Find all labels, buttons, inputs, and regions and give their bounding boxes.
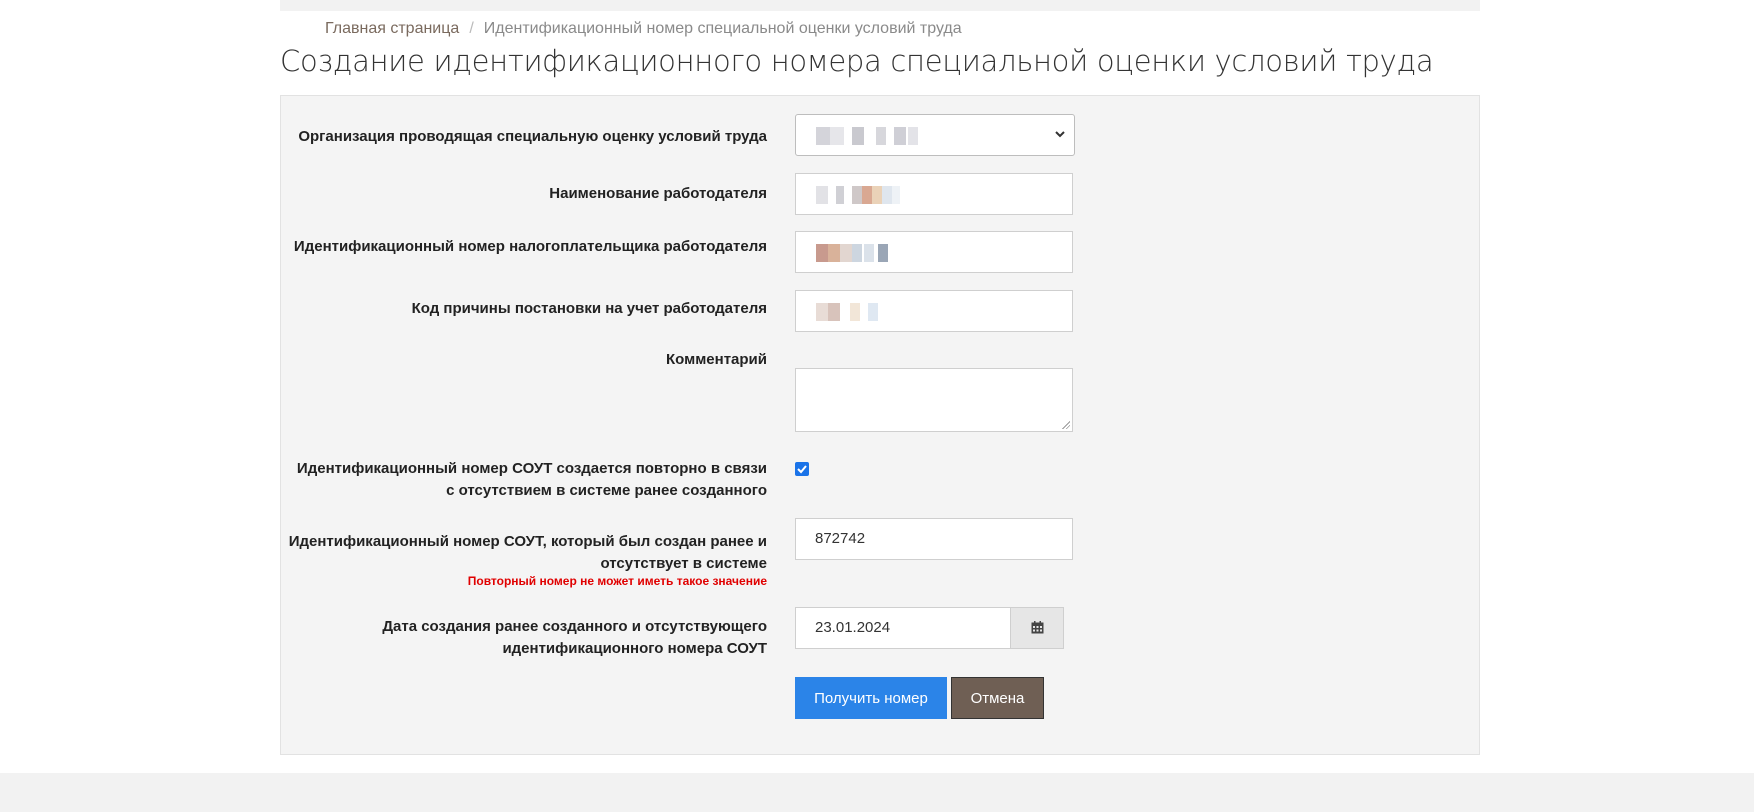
previous-number-value: 872742 <box>815 530 866 547</box>
kpp-label: Код причины постановки на учет работодат… <box>411 300 767 317</box>
redacted-value <box>816 244 936 262</box>
redacted-value <box>816 127 936 145</box>
redacted-value <box>816 303 936 321</box>
chevron-down-icon <box>1055 131 1065 138</box>
repeat-label: Идентификационный номер СОУТ создается п… <box>296 460 767 499</box>
employer-name-input[interactable] <box>795 173 1073 215</box>
breadcrumb-home-link[interactable]: Главная страница <box>325 20 459 37</box>
get-number-button[interactable]: Получить номер <box>795 677 947 719</box>
previous-number-label: Идентификационный номер СОУТ, который бы… <box>288 533 767 572</box>
organization-select[interactable] <box>795 114 1075 156</box>
comment-label: Комментарий <box>665 351 767 368</box>
kpp-input[interactable] <box>795 290 1073 332</box>
comment-textarea[interactable] <box>795 368 1073 432</box>
page-title: Создание идентификационного номера специ… <box>280 44 1434 78</box>
inn-label: Идентификационный номер налогоплательщик… <box>293 238 767 255</box>
previous-number-input[interactable]: 872742 <box>795 518 1073 560</box>
check-icon <box>797 465 807 474</box>
redacted-value <box>816 186 936 204</box>
employer-name-label: Наименование работодателя <box>549 185 767 202</box>
repeat-checkbox[interactable] <box>795 462 809 476</box>
date-value: 23.01.2024 <box>815 619 891 636</box>
organization-label: Организация проводящая специальную оценк… <box>298 128 767 145</box>
breadcrumb-current: Идентификационный номер специальной оцен… <box>483 20 962 37</box>
inn-input[interactable] <box>795 231 1073 273</box>
top-strip <box>280 0 1480 11</box>
previous-number-error: Повторный номер не может иметь такое зна… <box>467 574 767 588</box>
resize-handle-icon[interactable] <box>1062 421 1070 429</box>
date-input[interactable]: 23.01.2024 <box>795 607 1011 649</box>
calendar-icon <box>1031 621 1044 634</box>
breadcrumb-separator: / <box>469 20 474 37</box>
cancel-button[interactable]: Отмена <box>951 677 1044 719</box>
calendar-button[interactable] <box>1011 607 1064 649</box>
form-panel: Организация проводящая специальную оценк… <box>280 95 1480 755</box>
breadcrumb: Главная страница / Идентификационный номер… <box>325 20 962 38</box>
date-label: Дата создания ранее созданного и отсутст… <box>382 618 767 657</box>
footer <box>0 773 1754 812</box>
